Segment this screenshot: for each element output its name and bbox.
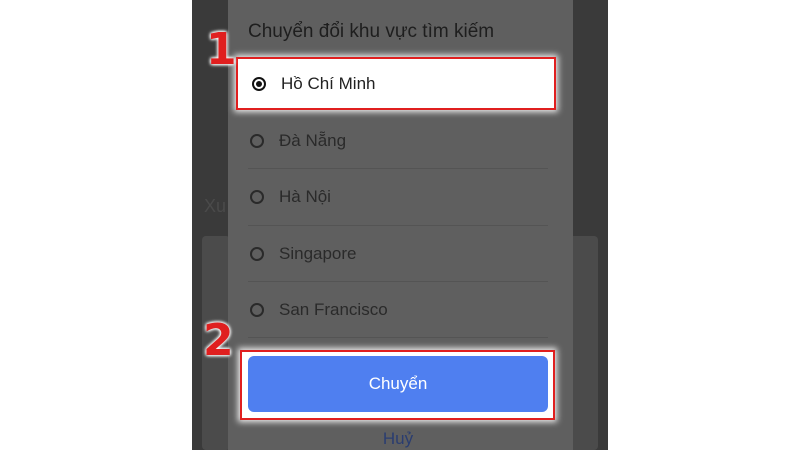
dialog-title: Chuyển đổi khu vực tìm kiếm — [248, 21, 495, 42]
divider — [248, 168, 548, 169]
option-label: San Francisco — [279, 300, 388, 319]
option-label: Hà Nội — [279, 187, 331, 206]
radio-icon[interactable] — [250, 190, 264, 204]
option-label: Đà Nẵng — [279, 131, 347, 150]
radio-icon[interactable] — [250, 303, 264, 317]
confirm-button[interactable]: Chuyển — [248, 356, 548, 412]
divider — [248, 225, 548, 226]
option-ho-chi-minh[interactable]: Hồ Chí Minh — [236, 57, 556, 110]
option-san-francisco[interactable]: San Francisco — [248, 290, 548, 330]
option-da-nang[interactable]: Đà Nẵng — [248, 121, 548, 161]
cancel-button[interactable]: Huỷ — [248, 429, 548, 449]
step-number-2: 2 — [203, 315, 234, 366]
divider — [248, 281, 548, 282]
radio-selected-icon[interactable] — [252, 76, 266, 91]
radio-icon[interactable] — [250, 247, 264, 261]
radio-icon[interactable] — [250, 134, 264, 148]
divider — [248, 337, 548, 338]
background-partial-text: Xu — [204, 196, 227, 216]
step-number-1: 1 — [206, 24, 237, 75]
option-singapore[interactable]: Singapore — [248, 234, 548, 274]
option-label: Singapore — [279, 244, 357, 263]
option-ha-noi[interactable]: Hà Nội — [248, 177, 548, 217]
option-label: Hồ Chí Minh — [281, 73, 376, 93]
